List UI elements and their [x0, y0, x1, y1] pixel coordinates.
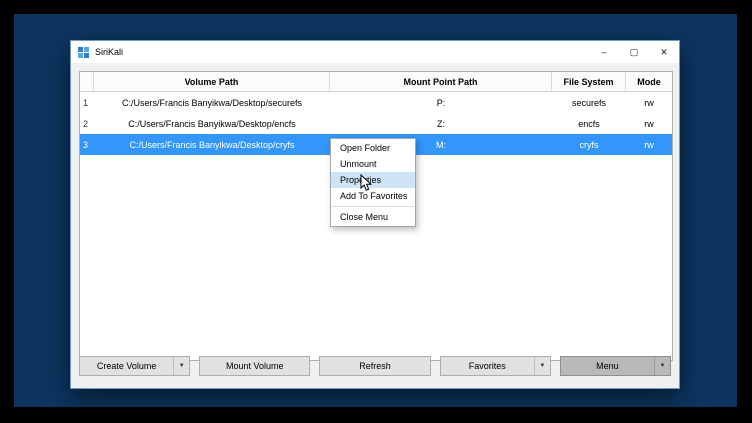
menu-item-close-menu[interactable]: Close Menu	[331, 209, 415, 225]
chevron-down-icon[interactable]: ▼	[654, 357, 670, 375]
table-row[interactable]: 2 C:/Users/Francis Banyikwa/Desktop/encf…	[80, 113, 672, 134]
create-volume-button[interactable]: Create Volume ▼	[79, 356, 190, 376]
titlebar[interactable]: SiriKali – ▢ ✕	[71, 41, 679, 63]
cell-volume-path[interactable]: C:/Users/Francis Banyikwa/Desktop/secure…	[94, 92, 330, 113]
menu-item-add-to-favorites[interactable]: Add To Favorites	[331, 188, 415, 204]
maximize-button[interactable]: ▢	[619, 41, 649, 63]
close-button[interactable]: ✕	[649, 41, 679, 63]
cell-mount-point[interactable]: P:	[330, 92, 552, 113]
mount-volume-button[interactable]: Mount Volume	[199, 356, 310, 376]
cell-mode: rw	[626, 113, 672, 134]
menu-item-properties[interactable]: Properties	[331, 172, 415, 188]
chevron-down-icon[interactable]: ▼	[534, 357, 550, 375]
header-volume-path: Volume Path	[94, 72, 330, 91]
window-title: SiriKali	[95, 47, 589, 57]
row-number: 2	[80, 113, 94, 134]
refresh-label: Refresh	[320, 357, 429, 375]
cell-file-system: encfs	[552, 113, 626, 134]
menu-label: Menu	[561, 357, 654, 375]
table-header-row: Volume Path Mount Point Path File System…	[80, 72, 672, 92]
cell-file-system: securefs	[552, 92, 626, 113]
cell-file-system: cryfs	[552, 134, 626, 155]
cell-mode: rw	[626, 134, 672, 155]
menu-item-unmount[interactable]: Unmount	[331, 156, 415, 172]
menu-separator	[332, 206, 414, 207]
header-num	[80, 72, 94, 91]
refresh-button[interactable]: Refresh	[319, 356, 430, 376]
chevron-down-icon[interactable]: ▼	[173, 357, 189, 375]
minimize-button[interactable]: –	[589, 41, 619, 63]
row-number: 1	[80, 92, 94, 113]
menu-button[interactable]: Menu ▼	[560, 356, 671, 376]
cell-volume-path[interactable]: C:/Users/Francis Banyikwa/Desktop/encfs	[94, 113, 330, 134]
cell-mode: rw	[626, 92, 672, 113]
table-row[interactable]: 1 C:/Users/Francis Banyikwa/Desktop/secu…	[80, 92, 672, 113]
favorites-label: Favorites	[441, 357, 534, 375]
mount-volume-label: Mount Volume	[200, 357, 309, 375]
cell-volume-path[interactable]: C:/Users/Francis Banyikwa/Desktop/cryfs	[94, 134, 330, 155]
button-bar: Create Volume ▼ Mount Volume Refresh Fav…	[79, 356, 671, 376]
app-icon	[78, 47, 89, 58]
menu-item-open-folder[interactable]: Open Folder	[331, 140, 415, 156]
row-number: 3	[80, 134, 94, 155]
header-mode: Mode	[626, 72, 672, 91]
create-volume-label: Create Volume	[80, 357, 173, 375]
header-file-system: File System	[552, 72, 626, 91]
cell-mount-point[interactable]: Z:	[330, 113, 552, 134]
header-mount-point-path: Mount Point Path	[330, 72, 552, 91]
context-menu: Open Folder Unmount Properties Add To Fa…	[330, 138, 416, 227]
favorites-button[interactable]: Favorites ▼	[440, 356, 551, 376]
